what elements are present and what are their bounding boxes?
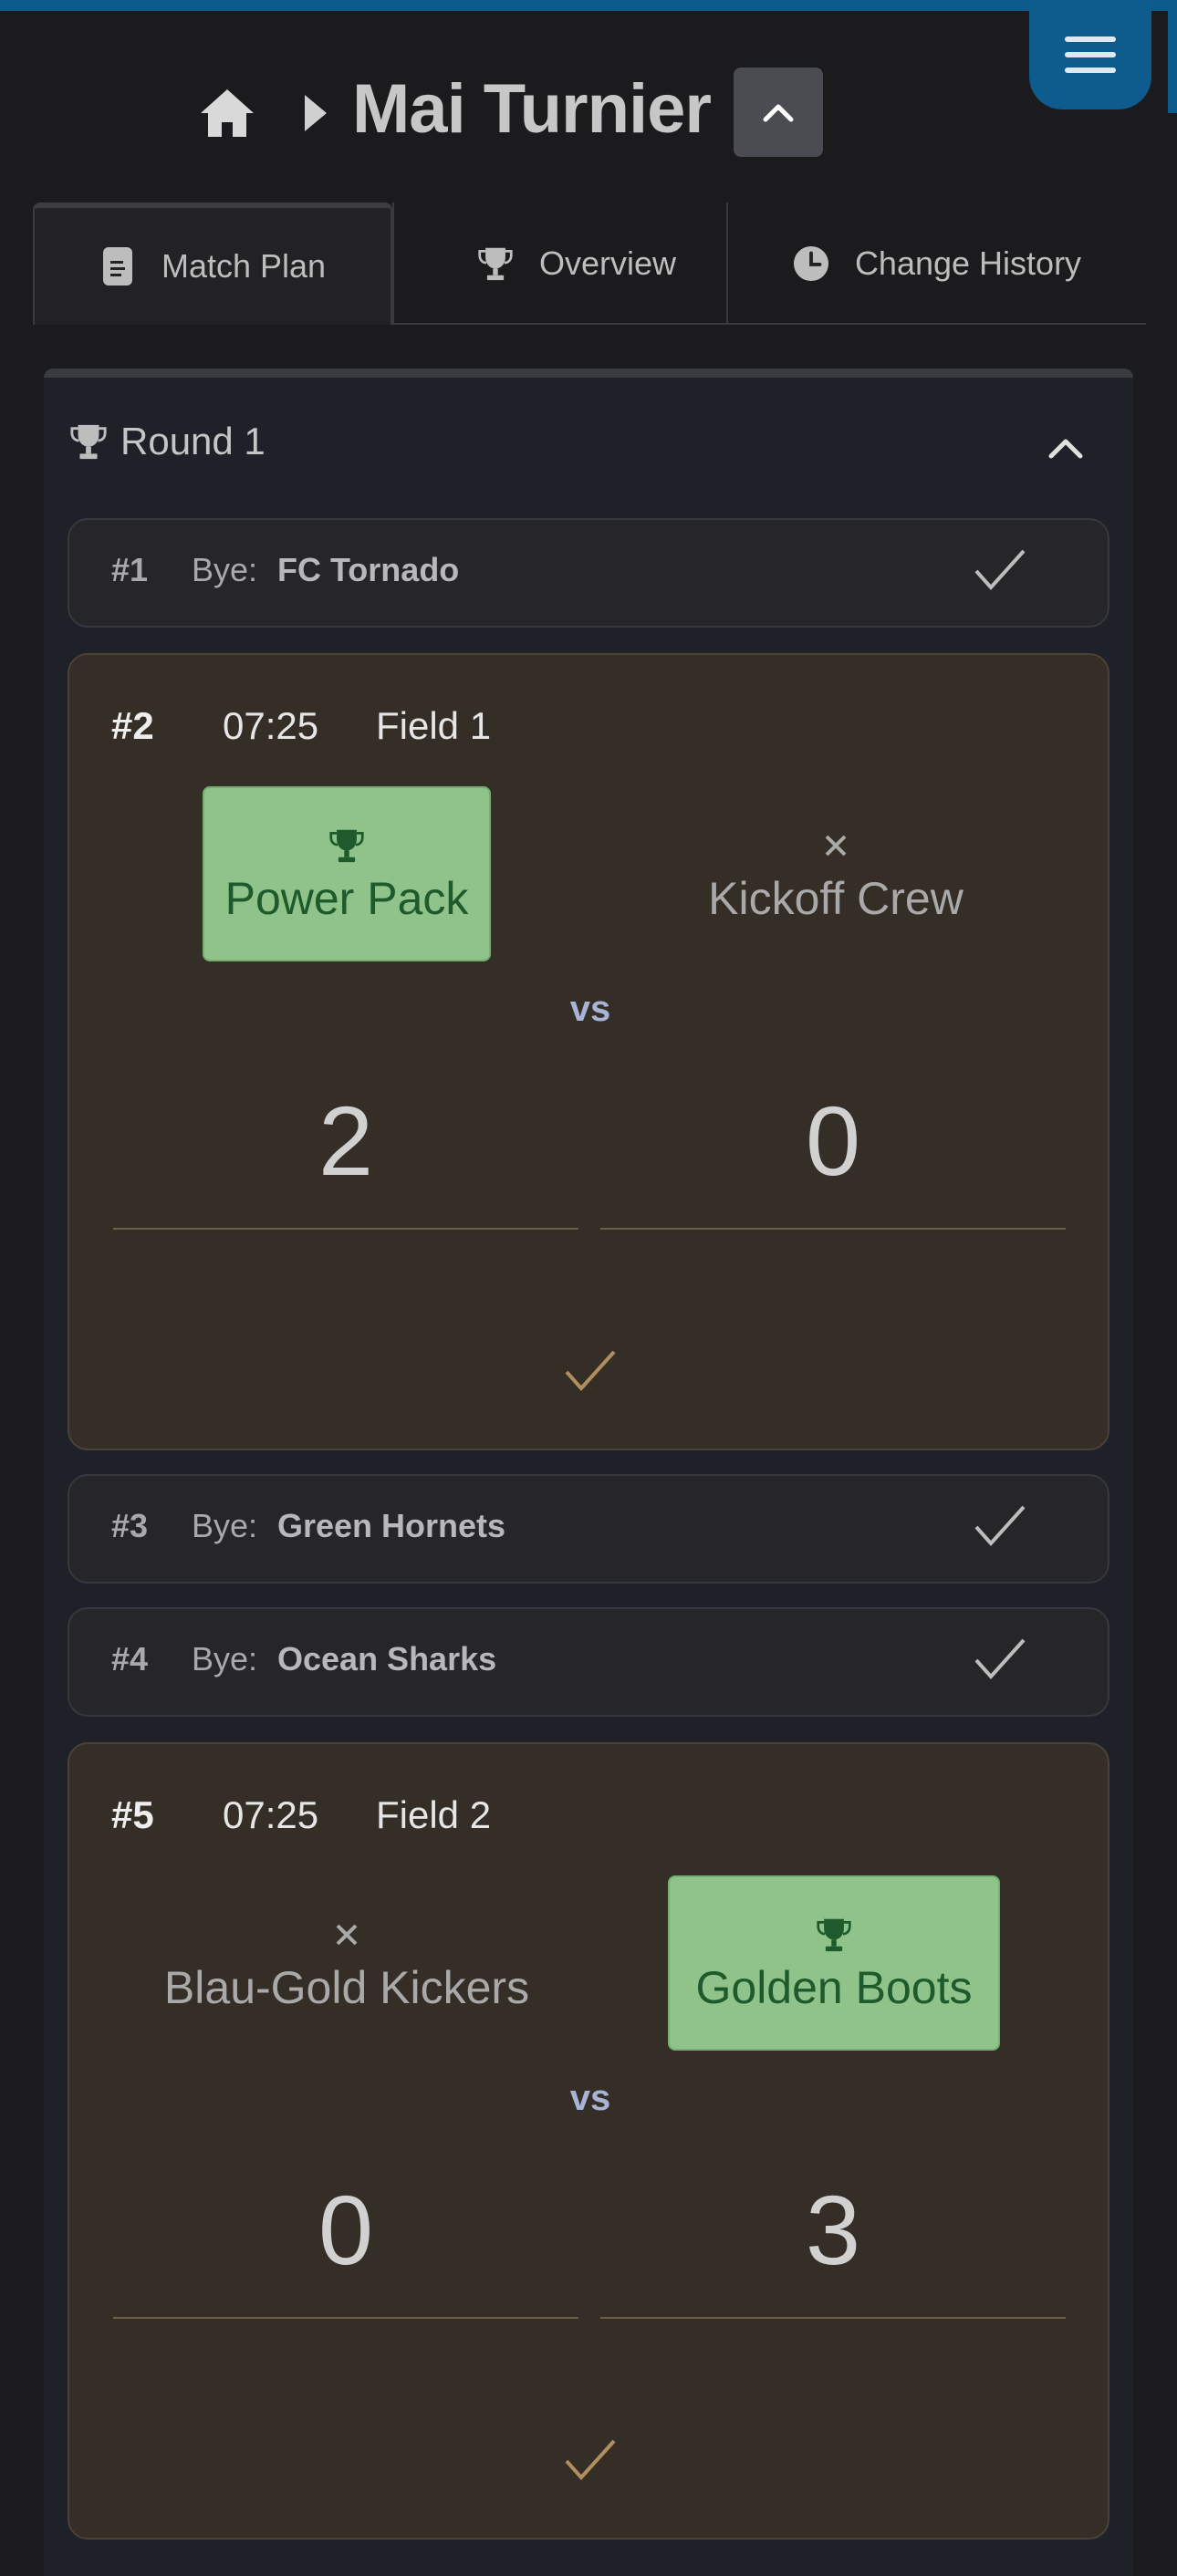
chevron-up-icon[interactable] [1046, 432, 1086, 462]
match-time: 07:25 [223, 704, 319, 747]
tab-match-plan[interactable]: Match Plan [33, 203, 392, 325]
away-team-winner[interactable]: Golden Boots [668, 1875, 1000, 2051]
top-accent-bar [0, 0, 1177, 11]
check-icon [974, 1505, 1026, 1546]
chevron-up-icon [763, 104, 794, 122]
round-label: Round 1 [120, 420, 266, 462]
trophy-icon [70, 424, 107, 460]
clock-icon [793, 243, 829, 285]
match-number: #2 [111, 704, 154, 747]
home-team-loser[interactable]: Blau-Gold Kickers [146, 1875, 547, 2051]
match-card: #2 07:25 Field 1 Power Pack Kickoff Crew… [68, 653, 1109, 1450]
score-underline [600, 2317, 1066, 2319]
trophy-icon [816, 1912, 852, 1958]
bye-label: Bye: [192, 551, 258, 588]
check-icon[interactable] [563, 2437, 618, 2483]
close-icon [334, 1912, 359, 1958]
bye-match-card[interactable]: #3 Bye: Green Hornets [68, 1474, 1109, 1584]
tab-label: Overview [538, 244, 677, 282]
breadcrumb: Mai Turnier [0, 64, 1177, 164]
collapse-header-button[interactable] [734, 68, 823, 157]
page-title: Mai Turnier [352, 70, 712, 148]
bye-match-card[interactable]: #4 Bye: Ocean Sharks [68, 1607, 1109, 1717]
document-icon [99, 245, 136, 287]
bye-label: Bye: [192, 1640, 258, 1678]
match-time: 07:25 [223, 1793, 319, 1836]
team-name: Kickoff Crew [708, 873, 963, 924]
home-team-winner[interactable]: Power Pack [203, 786, 491, 961]
chevron-right-icon [305, 95, 327, 131]
trophy-icon [328, 823, 365, 868]
trophy-icon [477, 243, 514, 285]
score-underline [600, 1228, 1066, 1230]
close-icon [823, 823, 849, 868]
bye-label: Bye: [192, 1507, 258, 1544]
match-field: Field 1 [376, 704, 492, 747]
tab-bar: Match Plan Overview Change History [33, 203, 1146, 325]
team-name: Power Pack [224, 873, 469, 924]
bye-team-name: Ocean Sharks [277, 1640, 497, 1678]
home-icon[interactable] [199, 86, 255, 140]
bye-team-name: FC Tornado [277, 551, 460, 588]
away-team-loser[interactable]: Kickoff Crew [672, 786, 1000, 961]
home-score-input[interactable]: 0 [113, 2173, 578, 2287]
match-number: #3 [111, 1507, 149, 1544]
match-card: #5 07:25 Field 2 Blau-Gold Kickers Golde… [68, 1742, 1109, 2540]
match-field: Field 2 [376, 1793, 492, 1836]
score-underline [113, 1228, 578, 1230]
match-number: #4 [111, 1640, 149, 1678]
tab-label: Match Plan [161, 247, 327, 285]
bye-team-name: Green Hornets [277, 1507, 506, 1544]
bye-match-card[interactable]: #1 Bye: FC Tornado [68, 518, 1109, 628]
tab-label: Change History [854, 244, 1082, 282]
vs-label: vs [569, 2078, 611, 2118]
score-underline [113, 2317, 578, 2319]
home-score-input[interactable]: 2 [113, 1084, 578, 1198]
tab-change-history[interactable]: Change History [728, 203, 1146, 325]
match-number: #1 [111, 551, 149, 588]
check-icon [974, 1638, 1026, 1679]
team-name: Blau-Gold Kickers [163, 1962, 530, 2013]
away-score-input[interactable]: 0 [600, 1084, 1066, 1198]
team-name: Golden Boots [695, 1962, 973, 2013]
tab-overview[interactable]: Overview [394, 203, 759, 325]
match-number: #5 [111, 1793, 154, 1836]
vs-label: vs [569, 989, 611, 1029]
check-icon[interactable] [563, 1348, 618, 1394]
round-header[interactable]: Round 1 [69, 414, 266, 469]
away-score-input[interactable]: 3 [600, 2173, 1066, 2287]
check-icon [974, 549, 1026, 590]
